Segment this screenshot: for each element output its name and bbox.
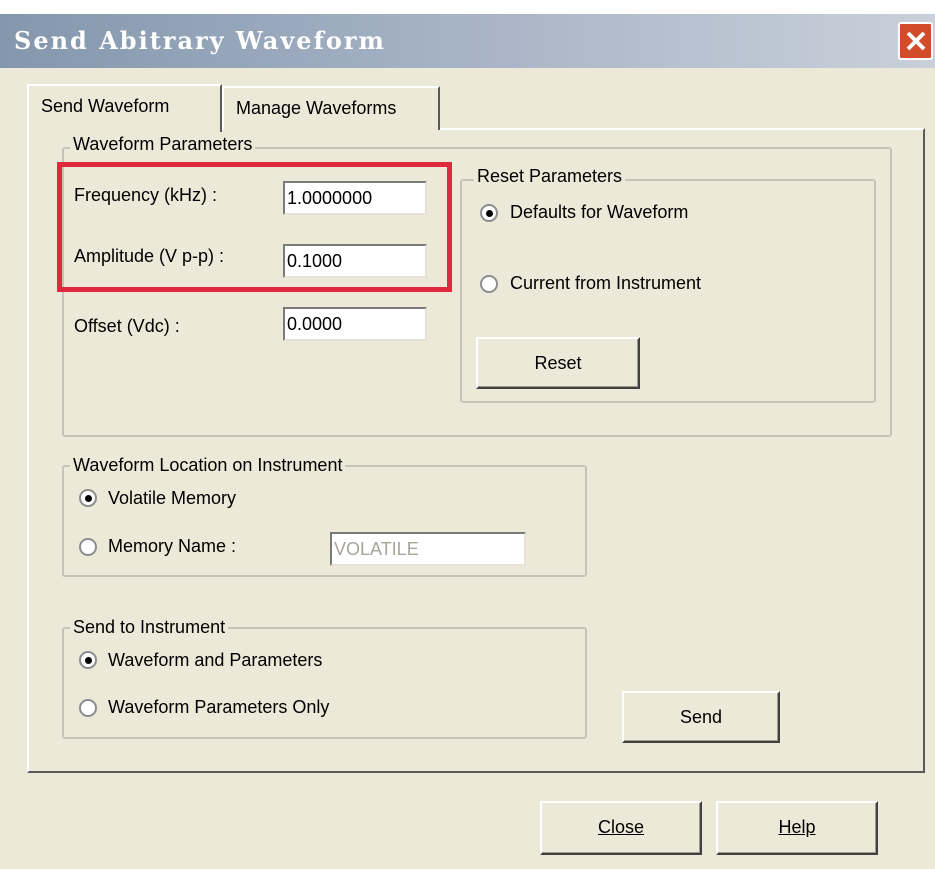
highlight-box xyxy=(57,162,452,292)
tab-manage-waveforms[interactable]: Manage Waveforms xyxy=(222,86,440,130)
send-button-label: Send xyxy=(679,707,723,727)
help-button-label: Help xyxy=(778,817,816,837)
close-button[interactable]: Close xyxy=(540,801,702,855)
current-from-instrument-radio[interactable] xyxy=(480,275,498,293)
waveform-parameters-label: Waveform Parameters xyxy=(70,134,256,155)
close-window-button[interactable] xyxy=(898,22,933,60)
tab-send-waveform[interactable]: Send Waveform xyxy=(27,84,222,132)
offset-label: Offset (Vdc) : xyxy=(74,316,180,336)
titlebar-top-strip xyxy=(0,0,935,14)
send-to-instrument-label: Send to Instrument xyxy=(70,617,229,638)
volatile-memory-radio[interactable] xyxy=(79,489,97,507)
memory-name-input[interactable] xyxy=(330,532,526,566)
waveform-location-label: Waveform Location on Instrument xyxy=(70,455,346,476)
radio-dot xyxy=(85,657,92,664)
reset-button-label: Reset xyxy=(534,353,582,373)
offset-input[interactable] xyxy=(283,307,427,341)
reset-button[interactable]: Reset xyxy=(476,337,640,389)
memory-name-label: Memory Name : xyxy=(108,536,237,556)
send-to-instrument-group xyxy=(62,627,587,739)
reset-parameters-label: Reset Parameters xyxy=(474,166,626,187)
tab-label: Manage Waveforms xyxy=(236,98,397,118)
close-button-label: Close xyxy=(597,817,645,837)
close-icon xyxy=(906,31,926,51)
waveform-parameters-only-label: Waveform Parameters Only xyxy=(108,697,330,717)
waveform-and-parameters-radio[interactable] xyxy=(79,651,97,669)
tab-label: Send Waveform xyxy=(41,96,170,116)
send-button[interactable]: Send xyxy=(622,691,780,743)
radio-dot xyxy=(85,495,92,502)
waveform-and-parameters-label: Waveform and Parameters xyxy=(108,650,323,670)
window-title: Send Abitrary Waveform xyxy=(14,26,386,55)
volatile-memory-label: Volatile Memory xyxy=(108,488,237,508)
help-button[interactable]: Help xyxy=(716,801,878,855)
memory-name-radio[interactable] xyxy=(79,538,97,556)
defaults-for-waveform-radio[interactable] xyxy=(480,204,498,222)
current-from-instrument-label: Current from Instrument xyxy=(510,273,702,293)
radio-dot xyxy=(486,210,493,217)
dialog-window: Send Abitrary Waveform Send Waveform Man… xyxy=(0,0,935,869)
waveform-parameters-only-radio[interactable] xyxy=(79,699,97,717)
defaults-for-waveform-label: Defaults for Waveform xyxy=(510,202,689,222)
